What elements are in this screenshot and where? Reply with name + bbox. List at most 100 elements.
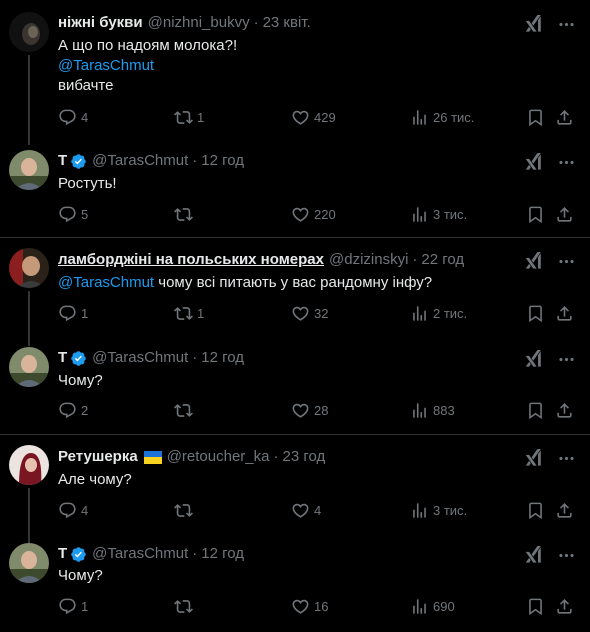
views-button[interactable]: 3 тис. xyxy=(410,501,467,520)
avatar[interactable] xyxy=(9,543,49,583)
display-name[interactable]: ламборджіні на польських номерах xyxy=(58,251,324,269)
reply-button[interactable]: 5 xyxy=(58,205,88,224)
retweet-icon xyxy=(174,304,193,323)
timestamp[interactable]: 22 год xyxy=(421,251,464,269)
reply-count: 1 xyxy=(81,306,89,321)
like-button[interactable]: 429 xyxy=(291,108,336,127)
user-handle[interactable]: @TarasChmut xyxy=(92,349,188,367)
mention-link[interactable]: @TarasChmut xyxy=(58,274,154,291)
share-button[interactable] xyxy=(555,304,574,323)
action-bar: 1 16 690 xyxy=(58,597,578,617)
tweet-dzizinskyi[interactable]: ламборджіні на польських номерах @dzizin… xyxy=(0,238,590,346)
retweet-icon xyxy=(174,597,193,616)
avatar[interactable] xyxy=(9,248,49,288)
grok-icon[interactable] xyxy=(524,546,543,565)
tweet-text: Чому? xyxy=(58,567,103,584)
reply-button[interactable]: 4 xyxy=(58,501,88,520)
timestamp[interactable]: 23 квіт. xyxy=(263,14,311,32)
avatar[interactable] xyxy=(9,12,49,52)
tweet-taraschmut[interactable]: T @TarasChmut · 12 год Чому? 2 28 883 xyxy=(0,337,590,434)
user-handle[interactable]: @retoucher_ka xyxy=(167,448,270,466)
ukraine-flag-icon xyxy=(143,450,162,464)
more-icon[interactable] xyxy=(557,15,576,34)
grok-icon[interactable] xyxy=(524,15,543,34)
retweet-button[interactable]: 1 xyxy=(174,304,204,323)
like-button[interactable]: 28 xyxy=(291,401,328,420)
share-icon xyxy=(555,205,574,224)
share-button[interactable] xyxy=(555,401,574,420)
views-count: 3 тис. xyxy=(433,503,468,518)
grok-icon[interactable] xyxy=(524,449,543,468)
views-button[interactable]: 2 тис. xyxy=(410,304,467,323)
more-icon[interactable] xyxy=(557,350,576,369)
user-handle[interactable]: @TarasChmut xyxy=(92,152,188,170)
share-button[interactable] xyxy=(555,501,574,520)
grok-icon[interactable] xyxy=(524,252,543,271)
reply-button[interactable]: 1 xyxy=(58,597,88,616)
tweet-nizhni-bukvy[interactable]: ніжні букви @nizhni_bukvy · 23 квіт. А щ… xyxy=(0,0,590,145)
more-icon[interactable] xyxy=(557,546,576,565)
views-button[interactable]: 26 тис. xyxy=(410,108,474,127)
tweet-top-icons xyxy=(524,449,576,468)
display-name[interactable]: Ретушерка xyxy=(58,448,138,466)
reply-button[interactable]: 2 xyxy=(58,401,88,420)
views-button[interactable]: 3 тис. xyxy=(410,205,467,224)
views-button[interactable]: 883 xyxy=(410,401,455,420)
user-handle[interactable]: @dzizinskyi xyxy=(329,251,408,269)
retweet-button[interactable]: 1 xyxy=(174,108,204,127)
like-button[interactable]: 16 xyxy=(291,597,328,616)
separator-dot: · xyxy=(192,545,198,562)
bookmark-button[interactable] xyxy=(526,108,545,127)
tweet-taraschmut[interactable]: T @TarasChmut · 12 год Чому? 1 16 690 xyxy=(0,533,590,632)
more-icon[interactable] xyxy=(557,449,576,468)
avatar[interactable] xyxy=(9,347,49,387)
bookmark-button[interactable] xyxy=(526,205,545,224)
tweet-header: T @TarasChmut · 12 год xyxy=(58,152,244,170)
mention-link[interactable]: @TarasChmut xyxy=(58,56,237,76)
bookmark-button[interactable] xyxy=(526,304,545,323)
retweet-button[interactable] xyxy=(174,205,197,224)
share-button[interactable] xyxy=(555,597,574,616)
timestamp[interactable]: 12 год xyxy=(201,152,244,170)
share-button[interactable] xyxy=(555,108,574,127)
retweet-icon xyxy=(174,108,193,127)
like-button[interactable]: 220 xyxy=(291,205,336,224)
reply-button[interactable]: 4 xyxy=(58,108,88,127)
views-icon xyxy=(410,401,429,420)
reply-icon xyxy=(58,501,77,520)
like-button[interactable]: 32 xyxy=(291,304,328,323)
more-icon[interactable] xyxy=(557,153,576,172)
user-handle[interactable]: @TarasChmut xyxy=(92,545,188,563)
tweet-top-icons xyxy=(524,153,576,172)
display-name[interactable]: T xyxy=(58,152,67,170)
bookmark-button[interactable] xyxy=(526,401,545,420)
views-button[interactable]: 690 xyxy=(410,597,455,616)
retweet-button[interactable] xyxy=(174,501,197,520)
tweet-taraschmut[interactable]: T @TarasChmut · 12 год Ростуть! 5 220 3 … xyxy=(0,140,590,237)
avatar[interactable] xyxy=(9,445,49,485)
retweet-button[interactable] xyxy=(174,401,197,420)
user-handle[interactable]: @nizhni_bukvy xyxy=(148,14,250,32)
display-name[interactable]: T xyxy=(58,545,67,563)
share-button[interactable] xyxy=(555,205,574,224)
like-button[interactable]: 4 xyxy=(291,501,321,520)
grok-icon[interactable] xyxy=(524,350,543,369)
retweet-button[interactable] xyxy=(174,597,197,616)
reply-count: 1 xyxy=(81,599,89,614)
bookmark-button[interactable] xyxy=(526,501,545,520)
timestamp[interactable]: 12 год xyxy=(201,349,244,367)
display-name[interactable]: ніжні букви xyxy=(58,14,143,32)
heart-icon xyxy=(291,108,310,127)
grok-icon[interactable] xyxy=(524,153,543,172)
tweet-top-icons xyxy=(524,15,576,34)
timestamp[interactable]: 12 год xyxy=(201,545,244,563)
timestamp[interactable]: 23 год xyxy=(282,448,325,466)
reply-count: 4 xyxy=(81,503,89,518)
bookmark-button[interactable] xyxy=(526,597,545,616)
bookmark-icon xyxy=(526,205,545,224)
tweet-retoucher-ka[interactable]: Ретушерка @retoucher_ka · 23 год Але чом… xyxy=(0,435,590,543)
more-icon[interactable] xyxy=(557,252,576,271)
display-name[interactable]: T xyxy=(58,349,67,367)
reply-button[interactable]: 1 xyxy=(58,304,88,323)
avatar[interactable] xyxy=(9,150,49,190)
